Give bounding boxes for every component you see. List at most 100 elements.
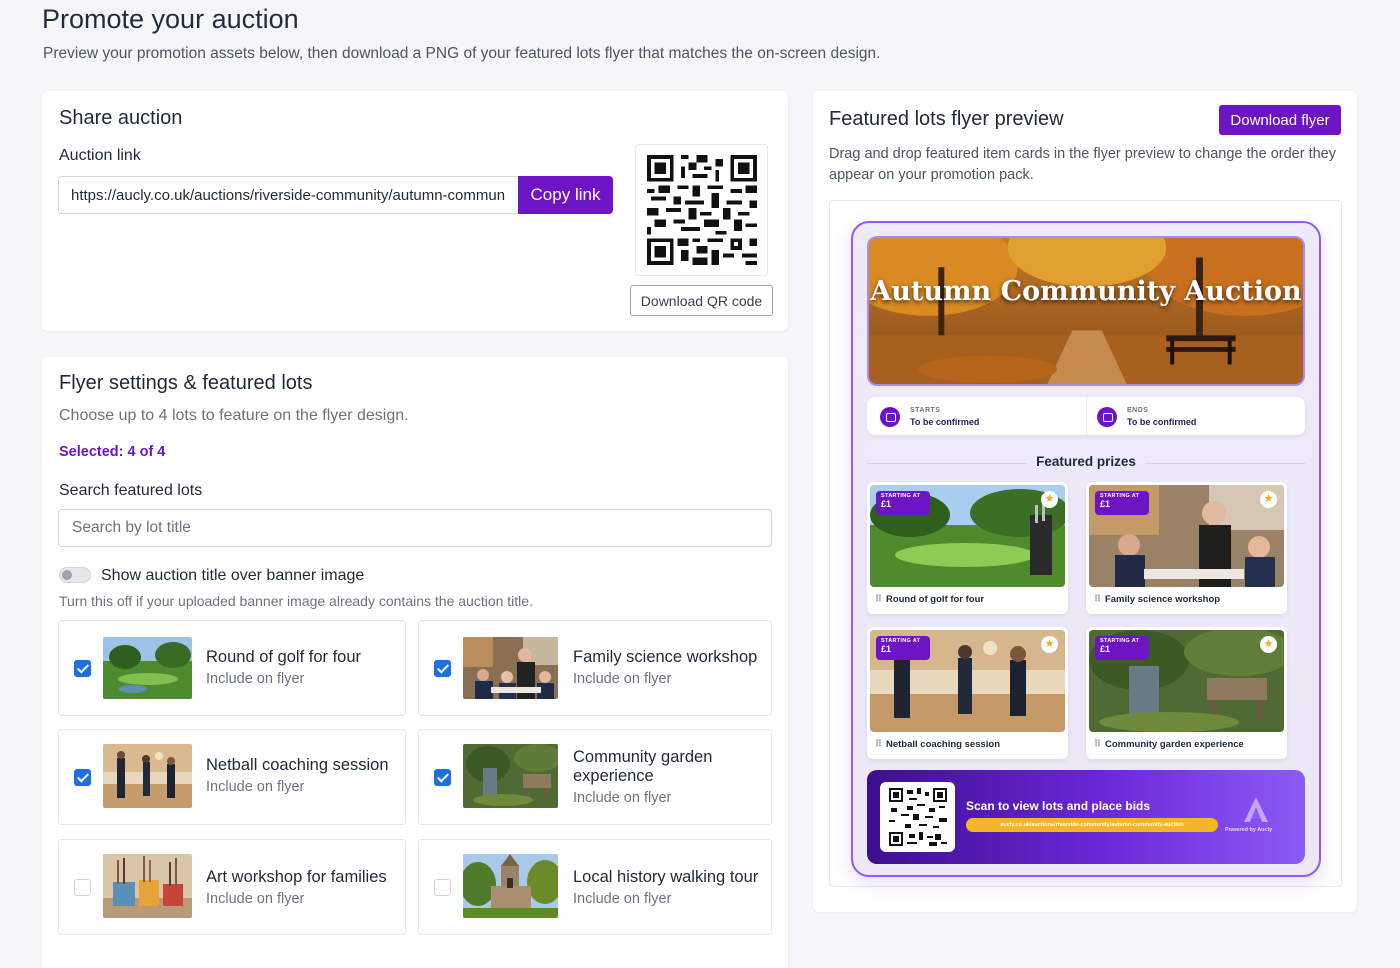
flyer-ends: ENDS To be confirmed — [1084, 397, 1303, 435]
featured-prizes-heading: Featured prizes — [1036, 454, 1136, 469]
lot-card-golf[interactable]: Round of golf for four Include on flyer — [58, 620, 406, 716]
lot-checkbox[interactable] — [74, 660, 91, 677]
banner-title-toggle-help: Turn this off if your uploaded banner im… — [59, 593, 533, 609]
copy-link-button[interactable]: Copy link — [518, 176, 613, 214]
starting-at-badge: STARTING AT £1 — [1095, 491, 1149, 515]
scan-to-view-text: Scan to view lots and place bids — [966, 799, 1151, 813]
lot-include-label: Include on flyer — [573, 671, 672, 687]
ends-label: ENDS — [1127, 407, 1149, 414]
prize-name: ⠿ Family science workshop — [1094, 594, 1221, 605]
lot-checkbox[interactable] — [74, 769, 91, 786]
page-title: Promote your auction — [42, 4, 299, 34]
lot-checkbox[interactable] — [434, 879, 451, 896]
starts-value: To be confirmed — [910, 417, 980, 427]
search-lots-input[interactable] — [58, 509, 772, 547]
share-card-title: Share auction — [59, 107, 183, 129]
lot-card-history[interactable]: Local history walking tour Include on fl… — [418, 839, 772, 935]
auction-qr-code — [635, 144, 768, 276]
lot-checkbox[interactable] — [434, 769, 451, 786]
lot-card-science[interactable]: Family science workshop Include on flyer — [418, 620, 772, 716]
prize-name: ⠿ Community garden experience — [1094, 739, 1244, 750]
prize-card-garden[interactable]: STARTING AT £1 ★ ⠿ Community garden experi… — [1086, 627, 1287, 759]
lot-thumbnail — [103, 744, 192, 808]
flyer-preview-description: Drag and drop featured item cards in the… — [829, 146, 1336, 183]
starting-at-badge: STARTING AT £1 — [876, 491, 930, 515]
lot-title: Local history walking tour — [573, 868, 759, 886]
aucly-logo-icon — [1244, 797, 1268, 822]
prize-image: STARTING AT £1 ★ — [870, 630, 1065, 732]
lot-title: Family science workshop — [573, 648, 758, 666]
lot-title: Netball coaching session — [206, 756, 389, 774]
calendar-icon — [1097, 407, 1117, 427]
prize-name: ⠿ Round of golf for four — [875, 594, 985, 605]
search-featured-label: Search featured lots — [59, 482, 203, 499]
page-subtitle: Preview your promotion assets below, the… — [43, 45, 881, 62]
prize-card-science[interactable]: STARTING AT £1 ★ ⠿ Family science workshop — [1086, 482, 1287, 614]
drag-handle-icon[interactable]: ⠿ — [1094, 594, 1101, 605]
qr-code-icon — [646, 155, 757, 265]
flyer-starts: STARTS To be confirmed — [867, 397, 1086, 435]
lot-include-label: Include on flyer — [573, 790, 672, 806]
qr-code-icon — [888, 788, 947, 846]
lot-include-label: Include on flyer — [206, 671, 305, 687]
flyer-scan-bar: Scan to view lots and place bids aucly.c… — [867, 770, 1305, 864]
lot-thumbnail — [463, 744, 558, 808]
flyer-settings-title: Flyer settings & featured lots — [59, 372, 313, 394]
banner-title-toggle[interactable] — [59, 567, 91, 583]
star-icon: ★ — [1260, 491, 1277, 508]
lot-title: Art workshop for families — [206, 868, 387, 886]
lot-title: Community garden experience — [573, 748, 713, 785]
prize-image: STARTING AT £1 ★ — [1089, 630, 1284, 732]
lot-card-art[interactable]: Art workshop for families Include on fly… — [58, 839, 406, 935]
prize-image: STARTING AT £1 ★ — [1089, 485, 1284, 587]
lot-thumbnail — [463, 637, 558, 699]
lot-thumbnail — [103, 854, 192, 918]
drag-handle-icon[interactable]: ⠿ — [875, 739, 882, 750]
flyer-dates: STARTS To be confirmed ENDS To be confir… — [867, 397, 1305, 435]
lot-card-garden[interactable]: Community garden experience Include on f… — [418, 729, 772, 825]
star-icon: ★ — [1041, 636, 1058, 653]
calendar-icon — [880, 407, 900, 427]
lot-include-label: Include on flyer — [206, 891, 305, 907]
starts-label: STARTS — [910, 407, 941, 414]
flyer-settings-description: Choose up to 4 lots to feature on the fl… — [59, 407, 409, 424]
prize-card-netball[interactable]: STARTING AT £1 ★ ⠿ Netball coaching sessio… — [867, 627, 1068, 759]
flyer-qr-code — [880, 782, 955, 852]
prize-image: STARTING AT £1 ★ — [870, 485, 1065, 587]
flyer-banner-title: Autumn Community Auction — [870, 276, 1302, 307]
lot-card-netball[interactable]: Netball coaching session Include on flye… — [58, 729, 406, 825]
lot-include-label: Include on flyer — [573, 891, 672, 907]
star-icon: ★ — [1260, 636, 1277, 653]
download-qr-code-button[interactable]: Download QR code — [630, 285, 773, 316]
selected-count: Selected: 4 of 4 — [59, 444, 166, 460]
prize-name: ⠿ Netball coaching session — [875, 739, 1001, 750]
flyer-preview-card: Featured lots flyer preview Download fly… — [813, 91, 1357, 912]
flyer-preview-title: Featured lots flyer preview — [829, 108, 1064, 130]
drag-handle-icon[interactable]: ⠿ — [1094, 739, 1101, 750]
lot-checkbox[interactable] — [434, 660, 451, 677]
starting-at-badge: STARTING AT £1 — [876, 636, 930, 660]
powered-by-label: Powered by Aucly — [1225, 827, 1273, 833]
banner-title-toggle-label: Show auction title over banner image — [101, 567, 365, 584]
lot-thumbnail — [103, 637, 192, 699]
lot-checkbox[interactable] — [74, 879, 91, 896]
star-icon: ★ — [1041, 491, 1058, 508]
flyer: Autumn Community Auction STARTS To be co… — [851, 221, 1321, 877]
ends-value: To be confirmed — [1127, 417, 1197, 427]
starting-at-badge: STARTING AT £1 — [1095, 636, 1149, 660]
banner-image — [869, 238, 1303, 384]
flyer-settings-card: Flyer settings & featured lots Choose up… — [42, 357, 788, 968]
prize-card-golf[interactable]: STARTING AT £1 ★ ⠿ Round of golf for four — [867, 482, 1068, 614]
flyer-frame: Autumn Community Auction STARTS To be co… — [829, 200, 1342, 887]
download-flyer-button[interactable]: Download flyer — [1219, 105, 1341, 135]
lot-include-label: Include on flyer — [206, 779, 305, 795]
auction-link-label: Auction link — [59, 147, 141, 164]
share-auction-card: Share auction Auction link Copy link — [42, 91, 788, 331]
flyer-banner: Autumn Community Auction — [867, 236, 1305, 386]
drag-handle-icon[interactable]: ⠿ — [875, 594, 882, 605]
auction-link-input[interactable] — [58, 176, 518, 214]
flyer-auction-url: aucly.co.uk/auctions/riverside-community… — [966, 818, 1218, 832]
featured-divider-right — [1145, 463, 1305, 464]
lot-thumbnail — [463, 854, 558, 918]
lot-title: Round of golf for four — [206, 648, 362, 666]
